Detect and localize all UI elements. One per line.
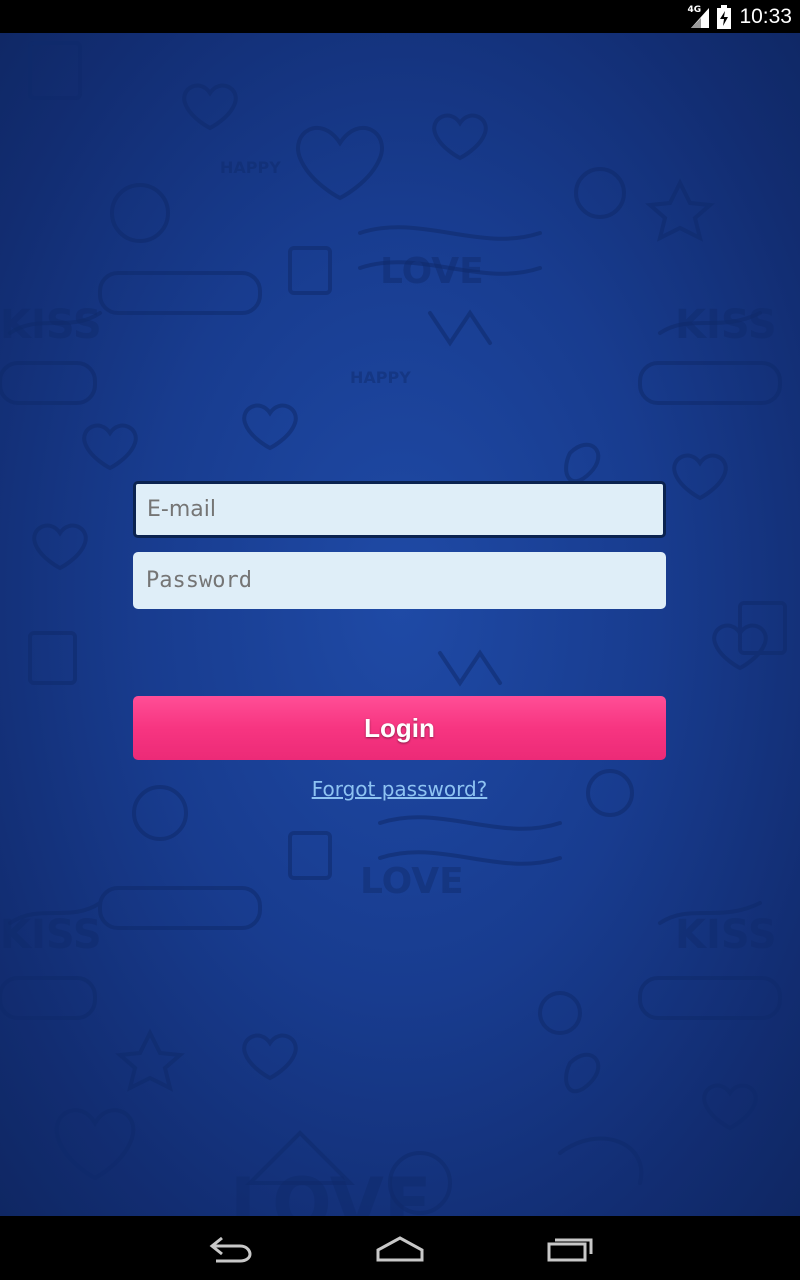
navigation-bar (0, 1216, 800, 1280)
app-background: KISS KISS KISS KISS HAPPY HAPPY LOVE LOV… (0, 33, 800, 1216)
svg-text:KISS: KISS (0, 912, 102, 958)
svg-text:LOVE: LOVE (360, 861, 464, 902)
home-icon[interactable] (370, 1228, 430, 1268)
doodle-pattern: KISS KISS KISS KISS HAPPY HAPPY LOVE LOV… (0, 41, 787, 1216)
svg-text:KISS: KISS (0, 302, 102, 348)
password-field[interactable] (133, 552, 666, 609)
svg-text:HAPPY: HAPPY (350, 368, 411, 387)
status-icons: 4G 10:33 (687, 0, 792, 33)
signal-icon: 4G (687, 4, 710, 28)
status-bar: 4G 10:33 (0, 0, 800, 33)
svg-text:LOVE: LOVE (380, 251, 484, 292)
forgot-password-link[interactable]: Forgot password? (133, 777, 666, 801)
network-type-label: 4G (687, 4, 702, 15)
clock: 10:33 (739, 4, 792, 28)
svg-text:LOVE: LOVE (230, 1163, 432, 1216)
svg-text:HAPPY: HAPPY (220, 158, 281, 177)
svg-text:KISS: KISS (675, 302, 777, 348)
battery-icon (717, 4, 732, 29)
back-icon[interactable] (200, 1228, 260, 1268)
login-button[interactable]: Login (133, 696, 666, 760)
email-field[interactable] (133, 481, 666, 538)
svg-text:KISS: KISS (675, 912, 777, 958)
recents-icon[interactable] (541, 1228, 601, 1268)
